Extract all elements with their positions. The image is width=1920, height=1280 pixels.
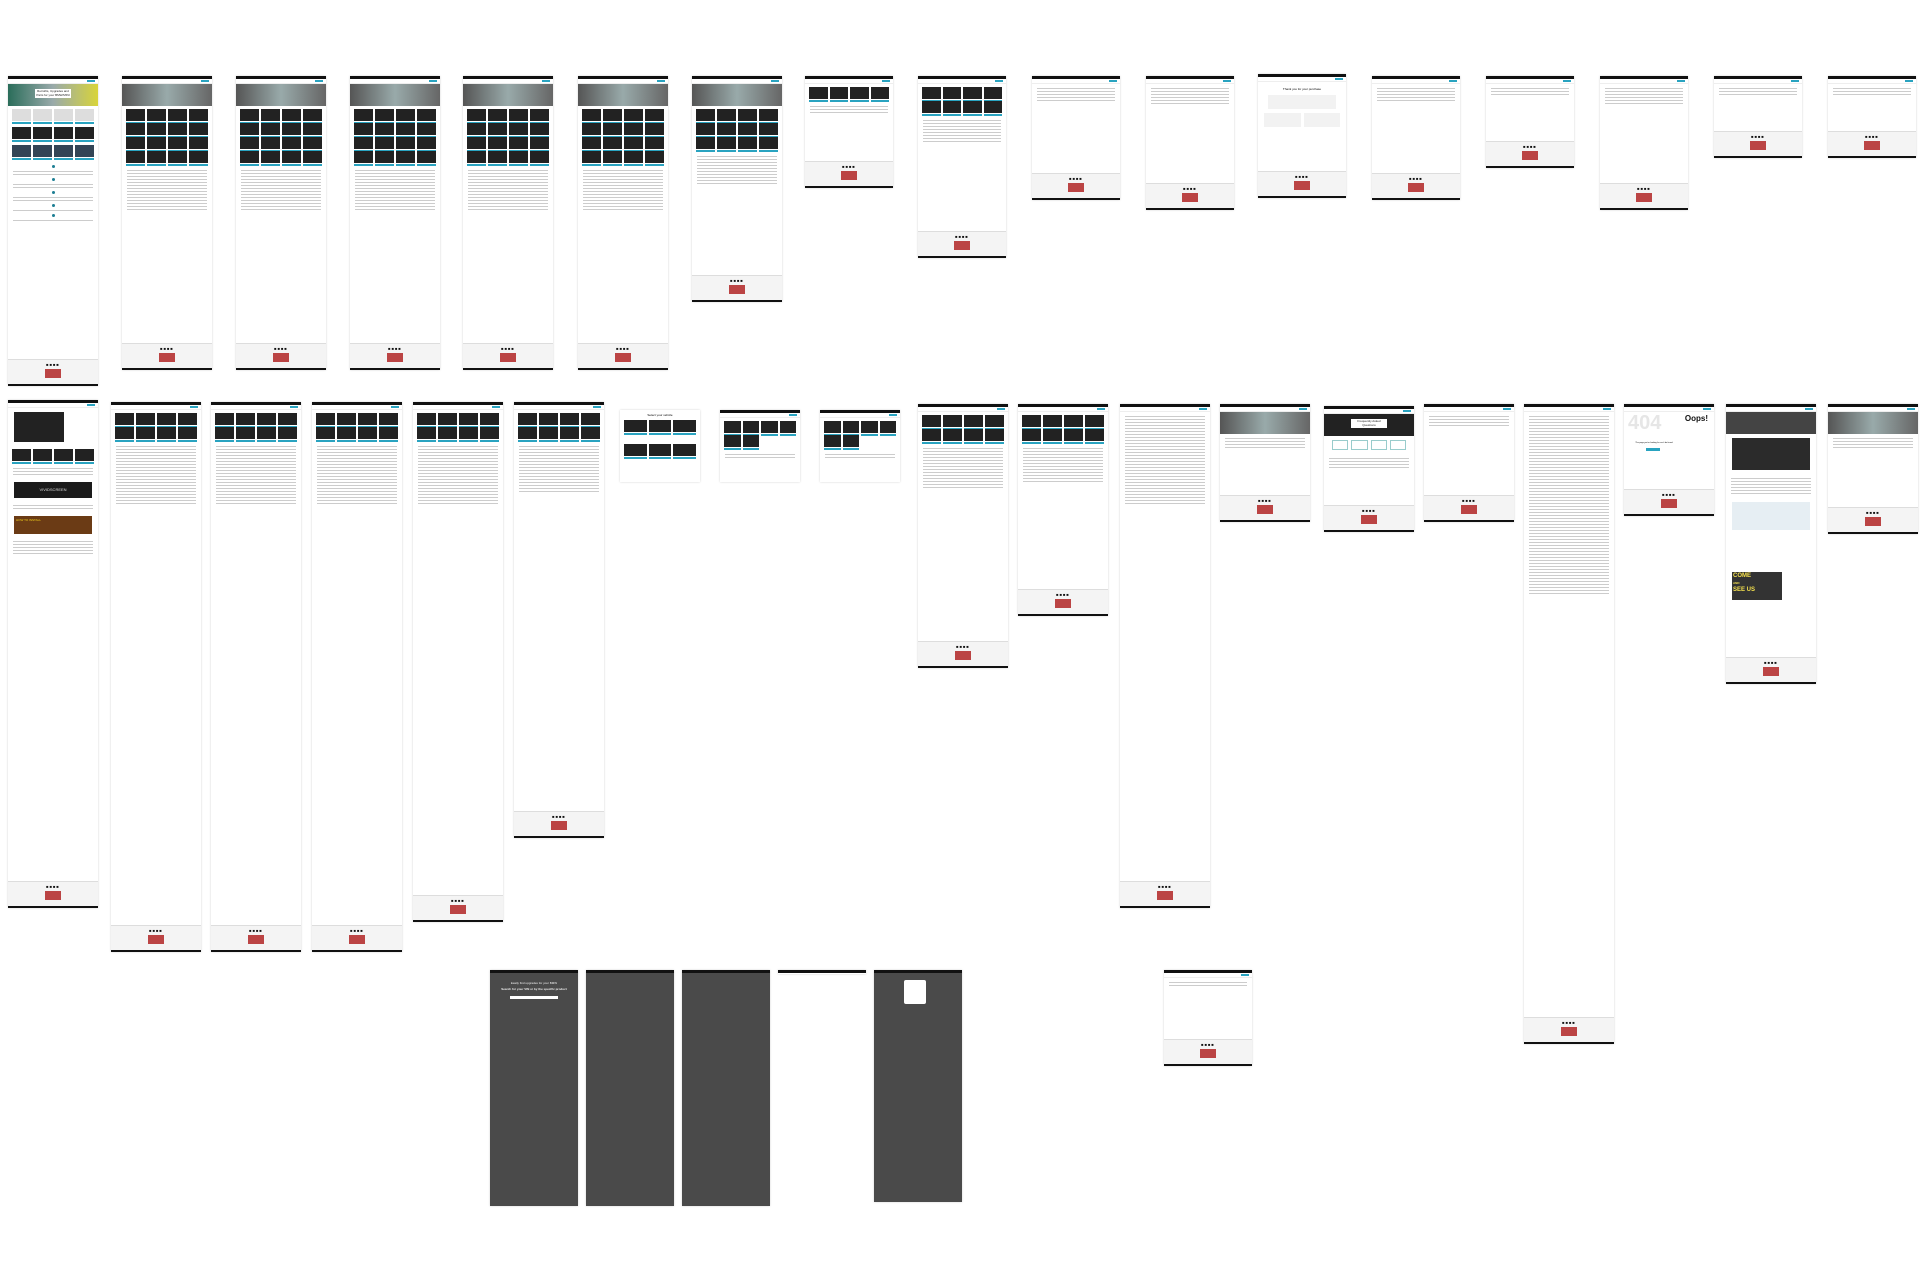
frame-product-vividscreen[interactable]: VIVIDSCREEN HOW TO INSTALL ■■■■ — [8, 400, 98, 908]
page-frame[interactable]: ■■■■ — [692, 76, 782, 302]
frame-vehicle-select[interactable]: Select your vehicle — [620, 410, 700, 482]
page-frame[interactable]: ■■■■ — [111, 402, 201, 952]
page-frame[interactable]: ■■■■ — [1828, 76, 1916, 158]
page-frame[interactable]: ■■■■ — [1146, 76, 1234, 210]
page-frame[interactable] — [778, 970, 866, 974]
page-frame[interactable]: ■■■■ — [1828, 404, 1918, 534]
page-frame[interactable]: ■■■■ — [1714, 76, 1802, 158]
vividscreen-banner: VIVIDSCREEN — [14, 482, 92, 498]
frame-404[interactable]: 404 Oops! The page you're looking for ca… — [1624, 404, 1714, 516]
not-found-message: The page you're looking for can't be fou… — [1635, 442, 1673, 444]
error-code: 404 — [1628, 412, 1662, 434]
page-frame[interactable]: ■■■■ — [918, 76, 1006, 258]
page-frame[interactable]: ■■■■ — [122, 76, 212, 370]
frame-dark-search[interactable]: Easily find upgrades for your BMW Search… — [490, 970, 578, 1206]
page-frame[interactable]: ■■■■ — [350, 76, 440, 370]
come-see-us-sign: COME AND SEE US — [1732, 572, 1782, 600]
frame-thank-you[interactable]: Thank you for your purchase ■■■■ — [1258, 74, 1346, 198]
page-frame[interactable]: ■■■■ — [1600, 76, 1688, 210]
hero-title: Retrofits, Upgrades and Parts for your B… — [35, 89, 71, 98]
page-frame[interactable]: ■■■■ — [1424, 404, 1514, 522]
frame-faq[interactable]: Frequently Asked Questions ■■■■ — [1324, 406, 1414, 532]
page-frame[interactable]: ■■■■ — [1524, 404, 1614, 1044]
page-frame[interactable]: ■■■■ — [578, 76, 668, 370]
page-frame[interactable]: ■■■■ — [1372, 76, 1460, 200]
hero-banner: Retrofits, Upgrades and Parts for your B… — [8, 84, 98, 106]
page-frame[interactable] — [682, 970, 770, 1206]
vin-search-input[interactable] — [510, 996, 558, 999]
page-frame[interactable]: ■■■■ — [514, 402, 604, 838]
oops-heading: Oops! — [1684, 414, 1708, 423]
page-frame[interactable] — [586, 970, 674, 1206]
page-frame[interactable]: ■■■■ — [1120, 404, 1210, 908]
faq-title: Frequently Asked Questions — [1351, 419, 1387, 428]
page-frame[interactable]: ■■■■ — [312, 402, 402, 952]
footer: ■■■■ — [8, 359, 98, 386]
page-frame[interactable]: ■■■■ — [211, 402, 301, 952]
page-frame[interactable] — [874, 970, 962, 1202]
page-frame[interactable]: ■■■■ — [413, 402, 503, 922]
how-to-install-banner: HOW TO INSTALL — [14, 516, 92, 534]
dark-search-title: Easily find upgrades for your BMW — [510, 981, 558, 985]
frame-home[interactable]: Retrofits, Upgrades and Parts for your B… — [8, 76, 98, 386]
page-frame[interactable] — [820, 410, 900, 482]
page-frame[interactable]: ■■■■ — [1032, 76, 1120, 200]
back-home-button[interactable] — [1646, 448, 1660, 451]
page-frame[interactable]: ■■■■ — [1018, 404, 1108, 616]
page-frame[interactable]: ■■■■ — [805, 76, 893, 188]
page-frame[interactable]: ■■■■ — [918, 404, 1008, 668]
page-frame[interactable]: ■■■■ — [236, 76, 326, 370]
page-frame[interactable]: ■■■■ — [1486, 76, 1574, 168]
page-frame[interactable]: ■■■■ — [1220, 404, 1310, 522]
page-frame[interactable]: ■■■■ — [1164, 970, 1252, 1066]
page-frame[interactable] — [720, 410, 800, 482]
dark-search-sub: Search for your VIN or by the specific p… — [501, 987, 567, 991]
frame-showroom[interactable]: COME AND SEE US ■■■■ — [1726, 404, 1816, 684]
page-frame[interactable]: ■■■■ — [463, 76, 553, 370]
thank-you-title: Thank you for your purchase — [1282, 87, 1322, 91]
